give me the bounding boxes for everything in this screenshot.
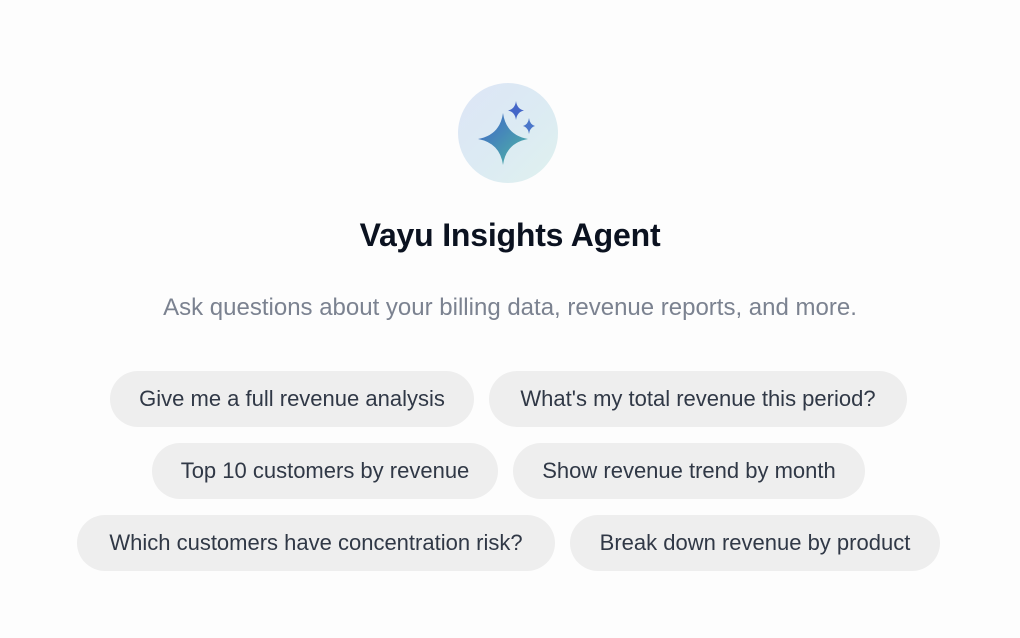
suggestion-chip-full-revenue-analysis[interactable]: Give me a full revenue analysis	[110, 371, 474, 427]
suggestion-chip-revenue-trend[interactable]: Show revenue trend by month	[513, 443, 865, 499]
agent-logo	[458, 83, 558, 183]
agent-welcome-screen: Vayu Insights Agent Ask questions about …	[0, 0, 1020, 638]
agent-subtitle: Ask questions about your billing data, r…	[163, 294, 857, 321]
suggestion-chip-concentration-risk[interactable]: Which customers have concentration risk?	[77, 515, 555, 571]
suggestion-chip-total-revenue[interactable]: What's my total revenue this period?	[489, 371, 907, 427]
agent-title: Vayu Insights Agent	[359, 217, 661, 253]
suggestion-chip-top-customers[interactable]: Top 10 customers by revenue	[152, 443, 498, 499]
sparkle-icon	[478, 101, 535, 165]
suggestion-chip-revenue-by-product[interactable]: Break down revenue by product	[570, 515, 940, 571]
